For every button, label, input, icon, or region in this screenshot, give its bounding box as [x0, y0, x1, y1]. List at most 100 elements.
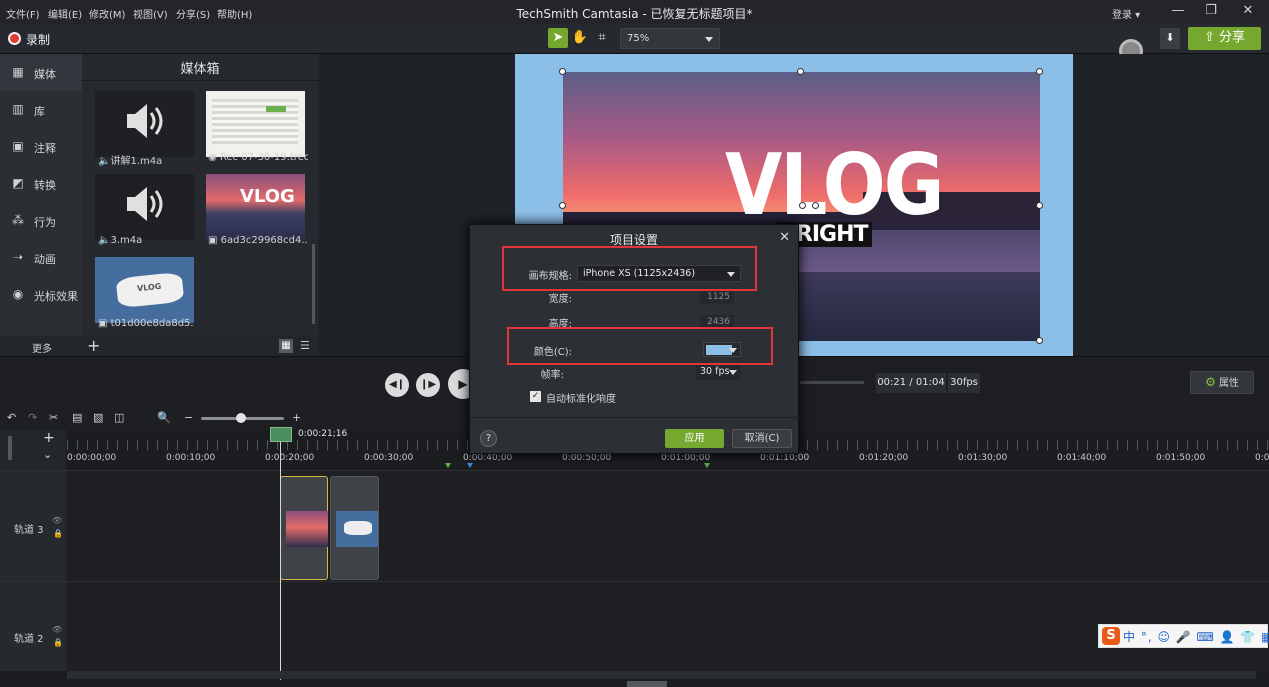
- undo-icon[interactable]: ↶: [7, 411, 16, 424]
- paste-icon[interactable]: ▧: [93, 411, 103, 424]
- media-bin-scrollbar[interactable]: [312, 244, 315, 324]
- cancel-button[interactable]: 取消(C): [732, 429, 792, 448]
- more-button[interactable]: 更多: [32, 340, 52, 355]
- close-icon[interactable]: ✕: [779, 230, 790, 245]
- resize-handle[interactable]: [1036, 68, 1043, 75]
- ruler-label: 0:01:10;00: [760, 453, 810, 463]
- media-item-recording[interactable]: [206, 91, 305, 157]
- list-view-icon[interactable]: ☰: [300, 339, 310, 352]
- zoom-in-icon[interactable]: +: [292, 411, 301, 424]
- zoom-select[interactable]: 75%: [620, 28, 720, 49]
- resize-handle[interactable]: [1036, 202, 1043, 209]
- apply-button[interactable]: 应用: [665, 429, 724, 448]
- zoom-out-icon[interactable]: −: [184, 411, 193, 424]
- width-field[interactable]: 1125: [700, 290, 734, 304]
- divider: [82, 80, 318, 81]
- speaker-icon: [127, 187, 163, 221]
- minimize-icon[interactable]: —: [1168, 3, 1188, 21]
- sidebar-item-library[interactable]: ▥ 库: [0, 91, 82, 128]
- ruler-label: 0:01:40;00: [1057, 453, 1107, 463]
- step-forward-icon[interactable]: ❙▶: [416, 373, 440, 397]
- rotate-handle[interactable]: [799, 202, 806, 209]
- eye-icon[interactable]: 👁: [52, 516, 62, 525]
- window-title: TechSmith Camtasia - 已恢复无标题项目*: [516, 7, 753, 21]
- fps-select[interactable]: 30 fps: [696, 364, 741, 380]
- width-label: 宽度:: [548, 294, 572, 305]
- media-item-label: 🔈3.m4a: [98, 235, 143, 246]
- recording-icon: ◉: [208, 152, 220, 163]
- highlight-box: [502, 246, 757, 291]
- grid-view-icon[interactable]: ▦: [279, 339, 293, 353]
- horizontal-scrollbar[interactable]: [67, 671, 1256, 679]
- resize-handle[interactable]: [1036, 337, 1043, 344]
- progress-track[interactable]: [800, 381, 864, 384]
- track-height-slider[interactable]: [8, 436, 12, 460]
- media-item-audio-2[interactable]: [95, 174, 194, 240]
- title-bar: 文件(F) 编辑(E) 修改(M) 视图(V) 分享(S) 帮助(H) Tech…: [0, 0, 1269, 24]
- speaker-icon: [127, 104, 163, 138]
- track-row-3[interactable]: [0, 470, 1269, 581]
- add-media-icon[interactable]: +: [87, 336, 100, 355]
- resize-handle[interactable]: [559, 202, 566, 209]
- resize-handle[interactable]: [559, 68, 566, 75]
- media-item-vlog-image[interactable]: VLOG: [206, 174, 305, 240]
- record-button[interactable]: 录制: [26, 31, 50, 48]
- help-button[interactable]: ?: [480, 430, 497, 447]
- close-icon[interactable]: ✕: [1238, 3, 1258, 21]
- record-icon[interactable]: [8, 32, 21, 45]
- add-track-icon[interactable]: +: [43, 430, 55, 446]
- share-button[interactable]: ⇧ 分享: [1188, 27, 1261, 50]
- sidebar-item-animation[interactable]: ➝ 动画: [0, 239, 82, 276]
- download-icon[interactable]: ⬇: [1160, 28, 1180, 49]
- ime-icons[interactable]: 中 °, ☺ 🎤 ⌨ 👤 👕 ▦: [1123, 628, 1269, 645]
- auto-normalize-label: 自动标准化响度: [546, 394, 616, 405]
- restore-icon[interactable]: ❐: [1201, 3, 1221, 21]
- timeline-clip-paper[interactable]: [330, 476, 379, 580]
- marker-icon[interactable]: [467, 463, 473, 468]
- slider-knob[interactable]: [236, 413, 246, 423]
- marker-icon[interactable]: [704, 463, 710, 468]
- track-label: 轨道 3: [14, 525, 44, 536]
- sidebar-item-transition[interactable]: ◩ 转换: [0, 165, 82, 202]
- resize-handle[interactable]: [797, 68, 804, 75]
- sidebar-item-media[interactable]: ▦ 媒体: [0, 54, 82, 91]
- copy-icon[interactable]: ▤: [72, 411, 82, 424]
- zoom-value: 75%: [627, 33, 650, 44]
- media-item-audio-1[interactable]: [95, 91, 194, 157]
- sidebar-item-behavior[interactable]: ⁂ 行为: [0, 202, 82, 239]
- ruler-label: 0:00:00;00: [67, 453, 117, 463]
- sidebar-item-annotation[interactable]: ▣ 注释: [0, 128, 82, 165]
- cut-icon[interactable]: ✂: [49, 411, 58, 424]
- chevron-down-icon[interactable]: ⌄: [43, 448, 52, 461]
- redo-icon[interactable]: ↷: [28, 411, 37, 424]
- scrollbar-thumb[interactable]: [627, 681, 667, 687]
- sidebar-item-cursor-effect[interactable]: ◉ 光标效果: [0, 276, 82, 313]
- login-menu[interactable]: 登录 ▾: [1112, 6, 1140, 21]
- crop-tool-icon[interactable]: ⌗: [592, 28, 612, 48]
- track-header-3: 轨道 3 👁 🔒: [0, 471, 66, 581]
- ime-toolbar[interactable]: S 中 °, ☺ 🎤 ⌨ 👤 👕 ▦: [1098, 624, 1269, 648]
- properties-button[interactable]: ⚙ 属性: [1190, 371, 1254, 394]
- auto-normalize-checkbox[interactable]: ✓: [530, 391, 541, 402]
- lock-icon[interactable]: 🔒: [53, 638, 63, 647]
- sogou-logo[interactable]: S: [1102, 627, 1120, 645]
- pan-tool-icon[interactable]: ✋: [570, 28, 590, 48]
- select-tool-icon[interactable]: ➤: [548, 28, 568, 48]
- step-back-icon[interactable]: ◀❙: [385, 373, 409, 397]
- ruler-label: 0:01:30;00: [958, 453, 1008, 463]
- zoom-icon[interactable]: 🔍: [157, 411, 171, 424]
- lock-icon[interactable]: 🔒: [53, 529, 63, 538]
- eye-icon[interactable]: 👁: [52, 625, 62, 634]
- track-row-2[interactable]: [0, 581, 1269, 671]
- chevron-down-icon: [729, 370, 737, 375]
- cursor-effect-icon: ◉: [12, 287, 24, 301]
- media-item-paper-image[interactable]: VLOG: [95, 257, 194, 323]
- gear-icon: ⚙: [1205, 375, 1216, 389]
- marker-icon[interactable]: [445, 463, 451, 468]
- split-icon[interactable]: ◫: [114, 411, 124, 424]
- rotate-handle[interactable]: [812, 202, 819, 209]
- ruler-label: 0:00:40;00: [463, 453, 513, 463]
- timeline-clip-vlog[interactable]: [280, 476, 328, 580]
- playhead-handle[interactable]: [270, 427, 292, 442]
- media-icon: ▦: [12, 65, 24, 79]
